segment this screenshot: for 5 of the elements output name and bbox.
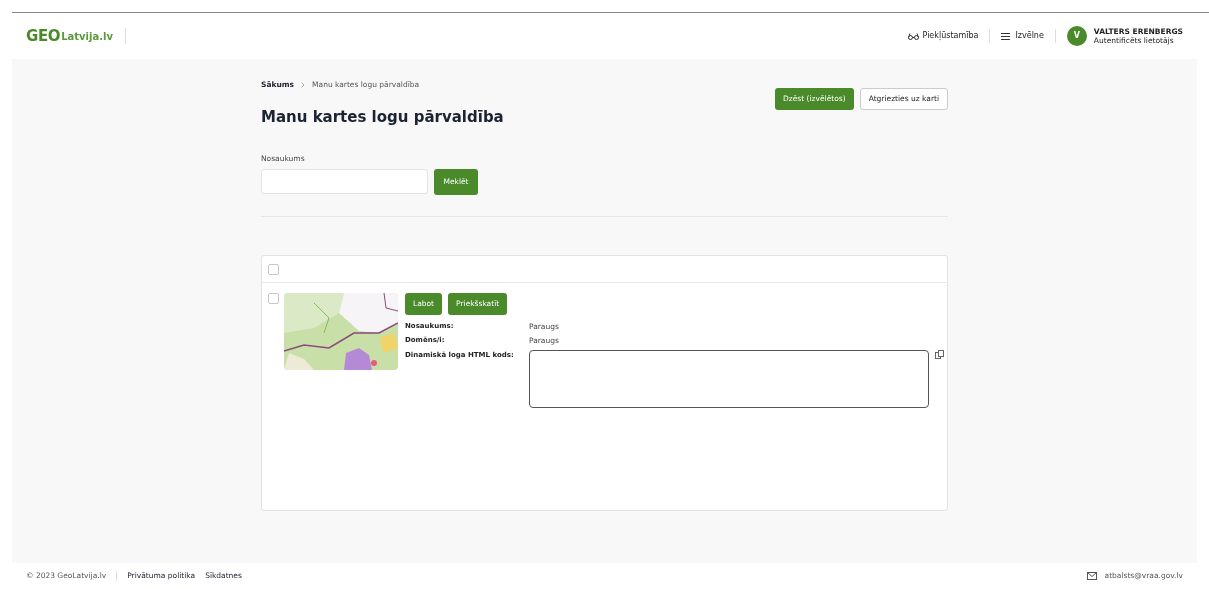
page-title: Manu kartes logu pārvaldība — [261, 107, 504, 129]
logo[interactable]: GEOLatvija.lv — [26, 24, 113, 48]
accessibility-link[interactable]: Piekļūstamība — [907, 30, 979, 42]
menu-link[interactable]: Izvēlne — [1001, 30, 1044, 42]
user-avatar[interactable]: V — [1066, 26, 1087, 46]
